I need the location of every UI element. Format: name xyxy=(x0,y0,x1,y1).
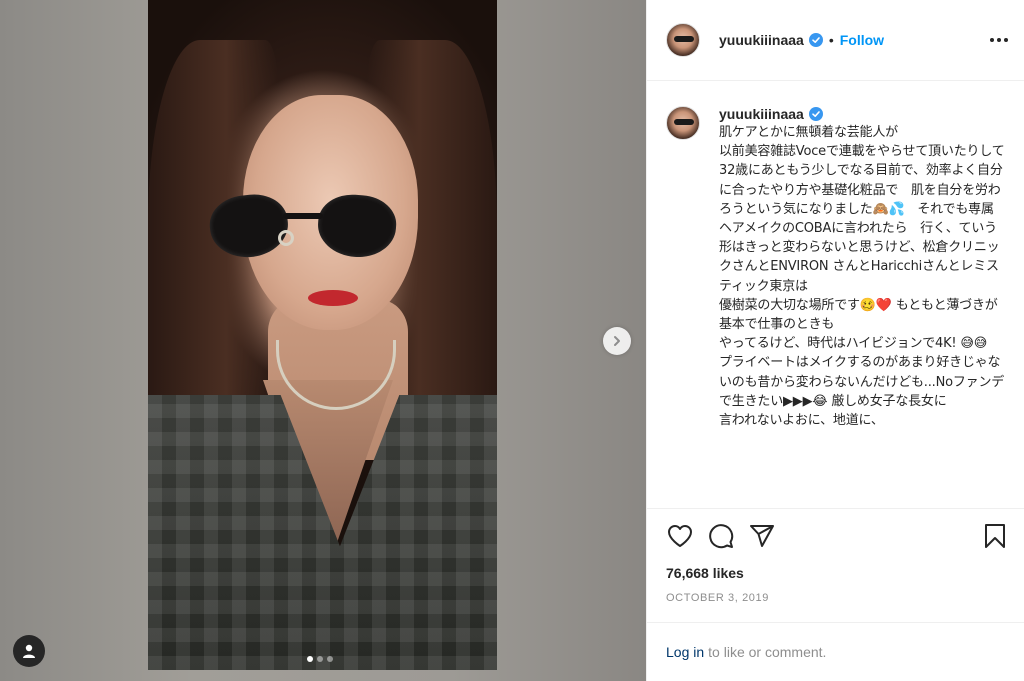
post-date[interactable]: OCTOBER 3, 2019 xyxy=(666,592,1009,604)
header-separator: • xyxy=(828,32,834,48)
caption-row: yuuukiiinaaa 肌ケアとかに無頓着な芸能人が 以前美容雑誌Voceで連… xyxy=(666,106,1009,430)
photo-sunglasses-bridge xyxy=(283,213,323,219)
action-bar xyxy=(666,509,1009,563)
caption-username[interactable]: yuuukiiinaaa xyxy=(719,106,804,122)
login-prompt-text: to like or comment. xyxy=(708,644,827,660)
user-icon xyxy=(23,644,35,658)
photo-earring xyxy=(278,230,294,246)
carousel-dot xyxy=(317,656,323,662)
chevron-right-icon xyxy=(614,336,620,346)
post-side-panel: yuuukiiinaaa • Follow yuuukiiinaaa 肌ケアとか… xyxy=(646,0,1024,681)
carousel-dot xyxy=(327,656,333,662)
profile-button[interactable] xyxy=(13,635,45,667)
header-username[interactable]: yuuukiiinaaa xyxy=(719,32,804,48)
share-icon[interactable] xyxy=(748,522,776,550)
verified-badge-icon xyxy=(808,33,823,47)
actions-area: 76,668 likes OCTOBER 3, 2019 xyxy=(647,508,1024,622)
heart-icon[interactable] xyxy=(666,522,694,550)
likes-count[interactable]: 76,668 likes xyxy=(666,565,1009,581)
carousel-next-button[interactable] xyxy=(603,327,631,355)
carousel-indicator xyxy=(307,656,333,662)
follow-button[interactable]: Follow xyxy=(840,32,884,48)
comment-icon[interactable] xyxy=(707,522,735,550)
media-panel xyxy=(0,0,646,681)
more-options-icon[interactable] xyxy=(990,38,1008,42)
caption-avatar[interactable] xyxy=(666,106,700,140)
photo-lips xyxy=(308,290,358,306)
caption-text: 肌ケアとかに無頓着な芸能人が 以前美容雑誌Voceで連載をやらせて頂いたりして … xyxy=(719,125,1005,429)
carousel-dot xyxy=(307,656,313,662)
post-photo xyxy=(148,0,497,670)
caption-username-row: yuuukiiinaaa xyxy=(719,106,1005,122)
post-header: yuuukiiinaaa • Follow xyxy=(647,0,1024,81)
caption-body: yuuukiiinaaa 肌ケアとかに無頓着な芸能人が 以前美容雑誌Voceで連… xyxy=(719,106,1005,430)
verified-badge-icon xyxy=(808,107,823,121)
login-prompt: Log in to like or comment. xyxy=(647,622,1024,681)
caption-section: yuuukiiinaaa 肌ケアとかに無頓着な芸能人が 以前美容雑誌Voceで連… xyxy=(647,81,1024,508)
avatar[interactable] xyxy=(666,23,700,57)
login-link[interactable]: Log in xyxy=(666,644,704,660)
bookmark-icon[interactable] xyxy=(981,522,1009,550)
